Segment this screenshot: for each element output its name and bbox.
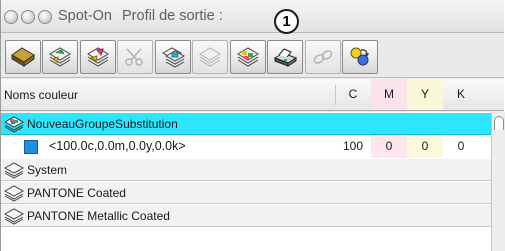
zoom-window-button[interactable] [38, 10, 52, 24]
link-icon [313, 50, 333, 64]
y-column-header[interactable]: Y [407, 79, 443, 110]
print-icon [273, 48, 298, 67]
m-value: 0 [371, 135, 407, 158]
edit-swatches-icon [237, 47, 259, 67]
title-bar: Spot-On Profil de sortie : 1 [1, 0, 504, 34]
toolbar [1, 34, 504, 78]
group-label: System [27, 163, 68, 177]
minimize-window-button[interactable] [21, 10, 35, 24]
import-swatches-icon [49, 47, 71, 67]
group-row-system[interactable]: System [1, 158, 491, 181]
group-label: NouveauGroupeSubstitution [27, 117, 178, 131]
swatch-book-icon [3, 162, 25, 179]
color-label: <100.0c,0.0m,0.0y,0.0k> [49, 139, 186, 153]
import-swatches-button[interactable] [42, 40, 78, 74]
y-value: 0 [407, 135, 443, 158]
vertical-scrollbar[interactable] [491, 112, 505, 251]
open-folder-diamond-icon [11, 47, 35, 67]
scroll-up-arrow[interactable] [494, 116, 504, 130]
swatch-book-icon [3, 208, 25, 225]
output-profile-label: Profil de sortie : [122, 8, 223, 24]
color-row[interactable]: <100.0c,0.0m,0.0y,0.0k> 100 0 0 0 [1, 135, 491, 158]
close-window-button[interactable] [4, 10, 18, 24]
substitution-button[interactable] [342, 40, 378, 74]
scissors-icon [125, 48, 143, 66]
link-button[interactable] [305, 40, 341, 74]
group-label: PANTONE Coated [27, 186, 126, 200]
substitution-icon [350, 47, 369, 66]
group-row-pantone-coated[interactable]: PANTONE Coated [1, 181, 491, 204]
k-column-header[interactable]: K [443, 79, 479, 110]
c-column-header[interactable]: C [335, 79, 371, 110]
window-title: Spot-On Profil de sortie : [58, 8, 223, 24]
paste-swatches-button[interactable] [192, 40, 228, 74]
swatch-book-icon [3, 185, 25, 202]
paste-swatches-icon [199, 47, 221, 67]
substitution-group-icon [3, 116, 25, 133]
open-folder-diamond-button[interactable] [5, 40, 41, 74]
cut-button[interactable] [117, 40, 153, 74]
color-names-header[interactable]: Noms couleur [4, 88, 78, 102]
group-row-pantone-metallic-coated[interactable]: PANTONE Metallic Coated [1, 204, 491, 227]
copy-swatches-button[interactable] [155, 40, 191, 74]
edit-swatches-button[interactable] [230, 40, 266, 74]
column-header: Noms couleur C M Y K [1, 79, 504, 111]
callout-marker: 1 [274, 9, 299, 34]
m-column-header[interactable]: M [371, 79, 407, 110]
app-name: Spot-On [58, 8, 112, 24]
color-list: NouveauGroupeSubstitution <100.0c,0.0m,0… [1, 112, 491, 251]
group-row-substitution[interactable]: NouveauGroupeSubstitution [1, 112, 491, 135]
group-label: PANTONE Metallic Coated [27, 209, 170, 223]
color-swatch [24, 140, 38, 154]
k-value: 0 [457, 139, 465, 153]
export-swatches-button[interactable] [80, 40, 116, 74]
c-value: 100 [342, 139, 364, 153]
export-swatches-icon [87, 47, 109, 67]
spot-on-window: Spot-On Profil de sortie : 1 Noms couleu… [0, 0, 505, 251]
print-button[interactable] [267, 40, 303, 74]
copy-swatches-icon [161, 47, 186, 68]
